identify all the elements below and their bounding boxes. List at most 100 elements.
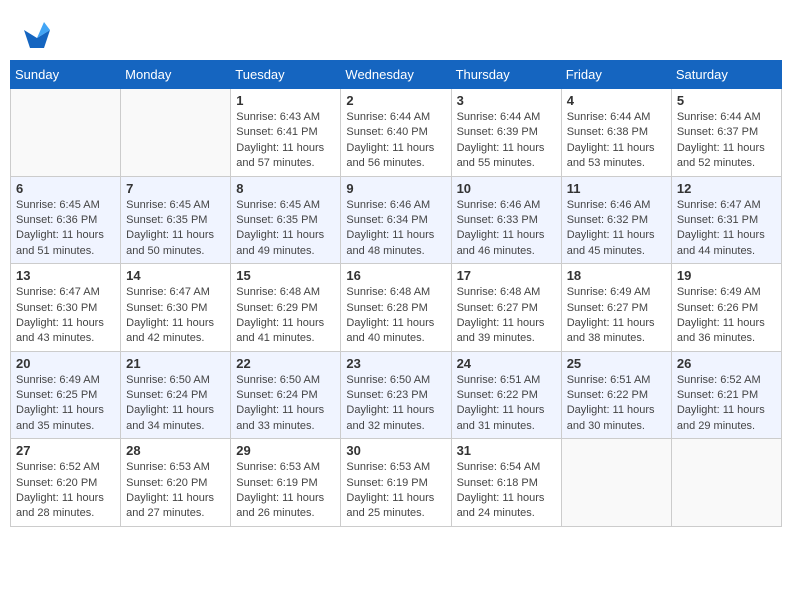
logo-icon <box>22 20 52 50</box>
day-info: Sunrise: 6:44 AM Sunset: 6:37 PM Dayligh… <box>677 110 776 172</box>
day-info: Sunrise: 6:48 AM Sunset: 6:29 PM Dayligh… <box>236 285 335 347</box>
day-info: Sunrise: 6:48 AM Sunset: 6:28 PM Dayligh… <box>346 285 445 347</box>
day-info: Sunrise: 6:50 AM Sunset: 6:23 PM Dayligh… <box>346 373 445 435</box>
calendar-cell: 18Sunrise: 6:49 AM Sunset: 6:27 PM Dayli… <box>561 264 671 352</box>
calendar-cell: 22Sunrise: 6:50 AM Sunset: 6:24 PM Dayli… <box>231 351 341 439</box>
weekday-header-monday: Monday <box>121 61 231 89</box>
calendar-cell: 1Sunrise: 6:43 AM Sunset: 6:41 PM Daylig… <box>231 89 341 177</box>
calendar-cell: 4 Sunrise: 6:44 AM Sunset: 6:38 PM Daylig… <box>561 89 671 177</box>
calendar-cell: 2 Sunrise: 6:44 AM Sunset: 6:40 PM Daylig… <box>341 89 451 177</box>
day-number: 9 <box>346 181 445 196</box>
page-header <box>10 10 782 55</box>
calendar-table: SundayMondayTuesdayWednesdayThursdayFrid… <box>10 60 782 527</box>
calendar-cell: 5 Sunrise: 6:44 AM Sunset: 6:37 PM Daylig… <box>671 89 781 177</box>
calendar-cell: 13 Sunrise: 6:47 AM Sunset: 6:30 PM Dayli… <box>11 264 121 352</box>
calendar-week-row: 20Sunrise: 6:49 AM Sunset: 6:25 PM Dayli… <box>11 351 782 439</box>
day-info: Sunrise: 6:51 AM Sunset: 6:22 PM Dayligh… <box>457 373 556 435</box>
weekday-header-row: SundayMondayTuesdayWednesdayThursdayFrid… <box>11 61 782 89</box>
weekday-header-saturday: Saturday <box>671 61 781 89</box>
day-number: 31 <box>457 443 556 458</box>
calendar-cell: 23 Sunrise: 6:50 AM Sunset: 6:23 PM Dayli… <box>341 351 451 439</box>
calendar-cell <box>121 89 231 177</box>
day-info: Sunrise: 6:47 AM Sunset: 6:31 PM Dayligh… <box>677 198 776 260</box>
calendar-cell: 20Sunrise: 6:49 AM Sunset: 6:25 PM Dayli… <box>11 351 121 439</box>
day-number: 27 <box>16 443 115 458</box>
day-number: 23 <box>346 356 445 371</box>
day-number: 21 <box>126 356 225 371</box>
day-info: Sunrise: 6:46 AM Sunset: 6:32 PM Dayligh… <box>567 198 666 260</box>
day-number: 28 <box>126 443 225 458</box>
day-number: 11 <box>567 181 666 196</box>
calendar-cell: 27 Sunrise: 6:52 AM Sunset: 6:20 PM Dayli… <box>11 439 121 527</box>
weekday-header-sunday: Sunday <box>11 61 121 89</box>
weekday-header-friday: Friday <box>561 61 671 89</box>
calendar-week-row: 1Sunrise: 6:43 AM Sunset: 6:41 PM Daylig… <box>11 89 782 177</box>
calendar-cell: 6 Sunrise: 6:45 AM Sunset: 6:36 PM Daylig… <box>11 176 121 264</box>
day-number: 30 <box>346 443 445 458</box>
logo <box>20 20 52 50</box>
day-info: Sunrise: 6:45 AM Sunset: 6:35 PM Dayligh… <box>236 198 335 260</box>
calendar-cell: 10 Sunrise: 6:46 AM Sunset: 6:33 PM Dayli… <box>451 176 561 264</box>
day-number: 15 <box>236 268 335 283</box>
day-info: Sunrise: 6:43 AM Sunset: 6:41 PM Dayligh… <box>236 110 335 172</box>
day-number: 26 <box>677 356 776 371</box>
day-number: 7 <box>126 181 225 196</box>
day-info: Sunrise: 6:54 AM Sunset: 6:18 PM Dayligh… <box>457 460 556 522</box>
day-info: Sunrise: 6:44 AM Sunset: 6:39 PM Dayligh… <box>457 110 556 172</box>
day-info: Sunrise: 6:47 AM Sunset: 6:30 PM Dayligh… <box>16 285 115 347</box>
day-info: Sunrise: 6:49 AM Sunset: 6:26 PM Dayligh… <box>677 285 776 347</box>
day-info: Sunrise: 6:53 AM Sunset: 6:19 PM Dayligh… <box>236 460 335 522</box>
day-number: 19 <box>677 268 776 283</box>
calendar-cell: 31 Sunrise: 6:54 AM Sunset: 6:18 PM Dayli… <box>451 439 561 527</box>
day-number: 20 <box>16 356 115 371</box>
day-info: Sunrise: 6:44 AM Sunset: 6:40 PM Dayligh… <box>346 110 445 172</box>
calendar-cell: 8 Sunrise: 6:45 AM Sunset: 6:35 PM Daylig… <box>231 176 341 264</box>
day-number: 8 <box>236 181 335 196</box>
day-info: Sunrise: 6:47 AM Sunset: 6:30 PM Dayligh… <box>126 285 225 347</box>
calendar-week-row: 13 Sunrise: 6:47 AM Sunset: 6:30 PM Dayli… <box>11 264 782 352</box>
weekday-header-wednesday: Wednesday <box>341 61 451 89</box>
day-number: 13 <box>16 268 115 283</box>
day-number: 2 <box>346 93 445 108</box>
calendar-cell: 19 Sunrise: 6:49 AM Sunset: 6:26 PM Dayli… <box>671 264 781 352</box>
day-info: Sunrise: 6:52 AM Sunset: 6:21 PM Dayligh… <box>677 373 776 435</box>
calendar-cell: 21 Sunrise: 6:50 AM Sunset: 6:24 PM Dayli… <box>121 351 231 439</box>
calendar-cell <box>561 439 671 527</box>
calendar-cell: 16 Sunrise: 6:48 AM Sunset: 6:28 PM Dayli… <box>341 264 451 352</box>
calendar-week-row: 27 Sunrise: 6:52 AM Sunset: 6:20 PM Dayli… <box>11 439 782 527</box>
day-info: Sunrise: 6:49 AM Sunset: 6:27 PM Dayligh… <box>567 285 666 347</box>
calendar-cell: 24 Sunrise: 6:51 AM Sunset: 6:22 PM Dayli… <box>451 351 561 439</box>
day-number: 5 <box>677 93 776 108</box>
day-info: Sunrise: 6:50 AM Sunset: 6:24 PM Dayligh… <box>126 373 225 435</box>
calendar-cell: 3 Sunrise: 6:44 AM Sunset: 6:39 PM Daylig… <box>451 89 561 177</box>
day-info: Sunrise: 6:52 AM Sunset: 6:20 PM Dayligh… <box>16 460 115 522</box>
calendar-cell: 11 Sunrise: 6:46 AM Sunset: 6:32 PM Dayli… <box>561 176 671 264</box>
day-number: 25 <box>567 356 666 371</box>
day-info: Sunrise: 6:46 AM Sunset: 6:34 PM Dayligh… <box>346 198 445 260</box>
calendar-cell: 26 Sunrise: 6:52 AM Sunset: 6:21 PM Dayli… <box>671 351 781 439</box>
calendar-cell <box>671 439 781 527</box>
day-number: 24 <box>457 356 556 371</box>
calendar-cell <box>11 89 121 177</box>
day-number: 10 <box>457 181 556 196</box>
day-info: Sunrise: 6:44 AM Sunset: 6:38 PM Dayligh… <box>567 110 666 172</box>
day-number: 4 <box>567 93 666 108</box>
weekday-header-thursday: Thursday <box>451 61 561 89</box>
calendar-cell: 15 Sunrise: 6:48 AM Sunset: 6:29 PM Dayli… <box>231 264 341 352</box>
day-number: 17 <box>457 268 556 283</box>
day-info: Sunrise: 6:53 AM Sunset: 6:20 PM Dayligh… <box>126 460 225 522</box>
calendar-cell: 29Sunrise: 6:53 AM Sunset: 6:19 PM Dayli… <box>231 439 341 527</box>
day-number: 3 <box>457 93 556 108</box>
day-number: 22 <box>236 356 335 371</box>
day-number: 16 <box>346 268 445 283</box>
day-number: 14 <box>126 268 225 283</box>
day-info: Sunrise: 6:46 AM Sunset: 6:33 PM Dayligh… <box>457 198 556 260</box>
calendar-cell: 30Sunrise: 6:53 AM Sunset: 6:19 PM Dayli… <box>341 439 451 527</box>
day-info: Sunrise: 6:51 AM Sunset: 6:22 PM Dayligh… <box>567 373 666 435</box>
calendar-cell: 17Sunrise: 6:48 AM Sunset: 6:27 PM Dayli… <box>451 264 561 352</box>
day-info: Sunrise: 6:45 AM Sunset: 6:36 PM Dayligh… <box>16 198 115 260</box>
calendar-cell: 12Sunrise: 6:47 AM Sunset: 6:31 PM Dayli… <box>671 176 781 264</box>
calendar-cell: 28 Sunrise: 6:53 AM Sunset: 6:20 PM Dayli… <box>121 439 231 527</box>
day-number: 6 <box>16 181 115 196</box>
calendar-week-row: 6 Sunrise: 6:45 AM Sunset: 6:36 PM Daylig… <box>11 176 782 264</box>
